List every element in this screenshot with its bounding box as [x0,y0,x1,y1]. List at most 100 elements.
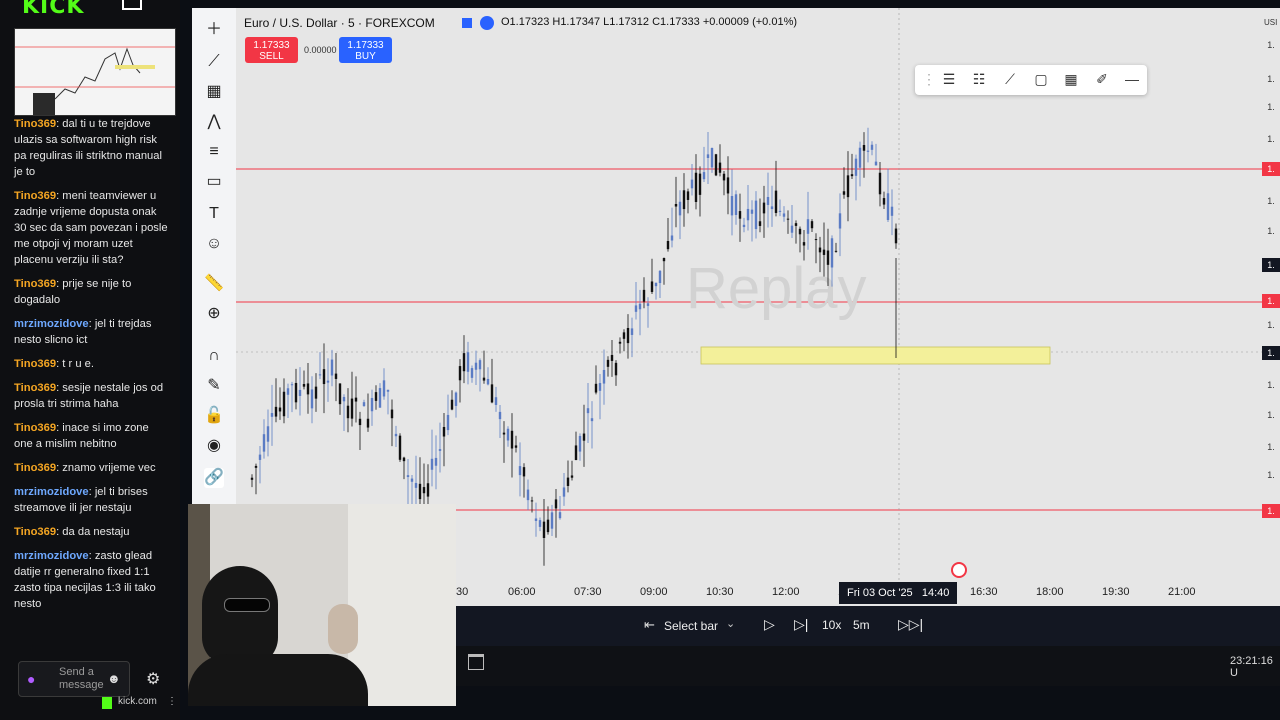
candle-body [830,238,834,268]
template-icon[interactable]: ☷ [969,71,989,89]
price-tick-label: 1. [1267,380,1275,390]
candle-body [518,466,522,476]
candle-body [886,193,890,220]
chat-username[interactable]: Tino369 [14,190,56,202]
candle-body [358,418,362,426]
candle-body [502,432,506,435]
calendar-icon[interactable] [468,654,484,670]
candle-body [750,209,754,214]
chat-username[interactable]: mrzimozidove [14,318,89,330]
smiley-icon[interactable]: ☺ [204,234,224,254]
symbol-title[interactable]: Euro / U.S. Dollar · 5 · FOREXCOM [244,16,435,30]
time-axis[interactable]: 3006:0007:3009:0010:3012:00116:3018:0019… [456,562,1280,606]
rectangle-icon[interactable]: ▭ [204,172,224,192]
settings-lines-icon[interactable]: ☰ [939,71,959,89]
trendline-icon[interactable]: ⟋ [204,52,224,72]
chat-send-input[interactable]: ● Send a message ☻ [18,661,130,697]
axis-currency: USI [1264,18,1278,27]
chat-username[interactable]: mrzimozidove [14,486,89,498]
chat-username[interactable]: Tino369 [14,118,56,130]
chat-username[interactable]: Tino369 [14,358,56,370]
candle-body [422,487,426,494]
select-bar-button[interactable]: Select bar [664,619,718,633]
candle-body [798,228,802,235]
stream-thumbnail[interactable] [14,28,176,116]
jump-to-realtime-icon[interactable]: ▷▷| [898,616,923,633]
replay-status-icon[interactable] [480,16,494,30]
crosshair-icon[interactable]: ＋ [204,20,224,40]
chat-username[interactable]: Tino369 [14,462,56,474]
table-icon[interactable]: ▦ [1061,71,1081,89]
flag-icon [462,18,472,28]
chevron-down-icon[interactable]: ⌄ [726,617,735,630]
link-icon[interactable]: 🔗 [204,468,224,488]
chat-username[interactable]: Tino369 [14,382,56,394]
kick-domain: kick.com [118,696,157,707]
play-icon[interactable]: ▷ [764,616,775,633]
interval-button[interactable]: 5m [853,618,870,632]
line-tool-icon[interactable]: ⟋ [1000,71,1020,89]
candle-body [622,332,626,339]
spread-value: 0.00000 [304,45,337,55]
zoom-icon[interactable]: ⊕ [204,304,224,324]
magnet-icon[interactable]: ∩ [204,346,224,366]
candle-body [702,172,706,180]
drawing-toolbar: ＋ ⟋ ▦ ⋀ ≡ ▭ T ☺ 📏 ⊕ ∩ ✎ 🔓 ◉ 🔗 [192,8,236,504]
ruler-icon[interactable]: 📏 [204,274,224,294]
webcam-feed [188,504,456,706]
chat-username[interactable]: Tino369 [14,422,56,434]
time-tick-label: 16:30 [970,586,998,598]
sell-price: 1.17333 [253,40,290,51]
speed-button[interactable]: 10x [822,618,841,632]
drag-handle-icon[interactable]: ⋮ [919,71,939,89]
buy-button[interactable]: 1.17333 BUY [339,37,392,63]
sell-button[interactable]: 1.17333 SELL [245,37,298,63]
candle-body [430,458,434,470]
candle-body [726,177,730,194]
candle-body [710,147,714,168]
price-axis[interactable]: USI 1. 1. 1. 1. 1. 1. 1. 1. 1. 1. 1. 1. 1. 1. 1. 1. [1262,8,1280,580]
candle-body [838,213,842,229]
grid-icon[interactable]: ▦ [204,82,224,102]
candle-body [454,392,458,406]
price-tick-label: 1. [1267,134,1275,144]
hline-icon[interactable]: — [1122,71,1142,89]
chat-username[interactable]: Tino369 [14,526,56,538]
emoji-icon[interactable]: ☻ [107,671,121,686]
more-options-icon[interactable]: ⋮ [167,696,177,707]
candle-body [418,483,422,500]
stream-sidebar: KICK Tino369: dal ti u te trejdove ulazi… [0,0,180,720]
candle-body [858,147,862,168]
pencil-icon[interactable]: ✎ [204,376,224,396]
candle-body [294,382,298,403]
chat-message: Tino369: znamo vrijeme vec [14,460,170,476]
candle-body [494,397,498,405]
gear-icon[interactable]: ⚙ [146,669,160,689]
brush-icon[interactable]: ✐ [1092,71,1112,89]
microphone-icon[interactable]: ● [27,671,39,687]
candle-body [842,191,846,195]
frame-icon[interactable]: ▢ [1031,71,1051,89]
fib-icon[interactable]: ≡ [204,142,224,162]
step-forward-icon[interactable]: ▷| [794,616,808,633]
chat-input-placeholder: Send a message [59,666,104,691]
candle-body [530,500,534,502]
chat-username[interactable]: mrzimozidove [14,550,89,562]
candle-body [882,198,886,205]
lock-icon[interactable]: 🔓 [204,406,224,426]
select-bar-icon[interactable]: ⇤ [644,617,655,633]
time-tick-label: 21:00 [1168,586,1196,598]
chat-message: mrzimozidove: jel ti trejdas nesto slicn… [14,316,170,348]
text-icon[interactable]: T [204,204,224,224]
video-icon[interactable] [122,0,142,10]
eye-icon[interactable]: ◉ [204,436,224,456]
candle-body [290,384,294,386]
price-tick-label: 1. [1267,226,1275,236]
candle-body [794,223,798,226]
candle-body [630,328,634,335]
event-flag-icon[interactable] [951,562,967,578]
candle-body [634,305,638,312]
pattern-icon[interactable]: ⋀ [204,112,224,132]
chat-username[interactable]: Tino369 [14,278,56,290]
candle-body [718,162,722,173]
